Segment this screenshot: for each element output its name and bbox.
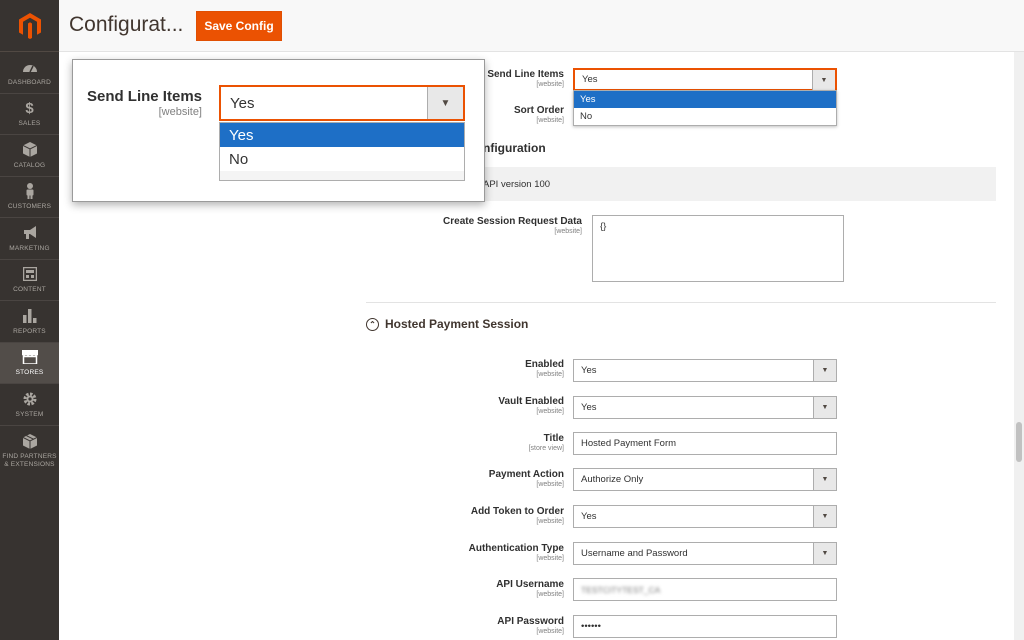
payment-action-value: Authorize Only: [581, 474, 644, 485]
api-password-input[interactable]: ••••••: [573, 615, 837, 638]
payment-action-label: Payment Action [website]: [488, 469, 564, 488]
chevron-down-icon: ▼: [813, 543, 836, 564]
magento-logo[interactable]: [0, 0, 59, 52]
sidebar-item-sales[interactable]: $ SALES: [0, 94, 59, 135]
page-header: Configurat... Save Config: [59, 0, 1024, 52]
add-token-label: Add Token to Order [website]: [470, 506, 564, 525]
sidebar-item-content[interactable]: CONTENT: [0, 260, 59, 301]
sidebar-item-label: SYSTEM: [15, 410, 44, 418]
hosted-payment-section-title: Hosted Payment Session: [385, 317, 529, 331]
cube-icon: [22, 141, 37, 159]
authentication-type-select[interactable]: Username and Password ▼: [573, 542, 837, 565]
api-username-label: API Username [website]: [496, 579, 564, 598]
send-line-items-select[interactable]: Yes ▼: [573, 68, 837, 91]
sidebar-item-label: CATALOG: [13, 161, 46, 169]
sidebar-item-marketing[interactable]: MARKETING: [0, 218, 59, 260]
magento-logo-icon: [18, 12, 41, 39]
callout-dropdown-edge: [219, 171, 465, 181]
chevron-down-icon: ▼: [813, 360, 836, 381]
gear-icon: [22, 390, 38, 408]
configuration-section-title: nfiguration: [483, 141, 546, 155]
authentication-type-label: Authentication Type [website]: [468, 543, 564, 562]
api-version-text: API version 100: [483, 179, 551, 190]
add-token-select[interactable]: Yes ▼: [573, 505, 837, 528]
dollar-icon: $: [25, 99, 34, 117]
page-scrollbar[interactable]: [1014, 52, 1024, 640]
sidebar-item-label: STORES: [15, 369, 44, 377]
sidebar-item-label: CUSTOMERS: [7, 203, 52, 211]
vault-enabled-value: Yes: [581, 402, 597, 413]
box-icon: [22, 432, 37, 450]
sidebar-item-dashboard[interactable]: DASHBOARD: [0, 52, 59, 94]
title-input[interactable]: Hosted Payment Form: [573, 432, 837, 455]
add-token-value: Yes: [581, 511, 597, 522]
bar-chart-icon: [22, 307, 37, 325]
authentication-type-value: Username and Password: [581, 548, 688, 559]
enabled-value: Yes: [581, 365, 597, 376]
api-username-value: TESTCITYTEST_CA: [581, 584, 661, 595]
megaphone-icon: [22, 224, 38, 242]
person-icon: [25, 182, 35, 200]
callout-select-value: Yes: [230, 94, 255, 112]
sidebar-item-label: CONTENT: [13, 286, 46, 294]
api-username-input[interactable]: TESTCITYTEST_CA: [573, 578, 837, 601]
title-label: Title [store view]: [528, 433, 564, 452]
chevron-down-icon: ▼: [813, 469, 836, 490]
sidebar-item-label: MARKETING: [9, 244, 50, 252]
vault-enabled-label: Vault Enabled [website]: [498, 396, 564, 415]
layout-icon: [22, 265, 37, 283]
callout-label: Send Line Items [website]: [86, 88, 202, 118]
callout-select[interactable]: Yes ▼: [219, 85, 465, 121]
dashboard-icon: [22, 58, 38, 76]
zoom-callout: Send Line Items [website] Yes ▼ Yes No: [72, 59, 485, 202]
sidebar-item-customers[interactable]: CUSTOMERS: [0, 177, 59, 218]
save-config-button[interactable]: Save Config: [196, 11, 282, 41]
admin-sidebar: DASHBOARD $ SALES CATALOG CUSTOMERS MARK…: [0, 0, 59, 640]
enabled-select[interactable]: Yes ▼: [573, 359, 837, 382]
callout-dropdown: Yes No: [219, 122, 465, 172]
store-icon: [21, 348, 38, 366]
callout-option-yes[interactable]: Yes: [220, 123, 464, 147]
api-password-label: API Password [website]: [497, 616, 564, 635]
page-title: Configurat...: [69, 13, 184, 36]
section-divider: [366, 302, 996, 303]
sidebar-item-label: DASHBOARD: [8, 78, 51, 86]
sidebar-item-partners[interactable]: FIND PARTNERS & EXTENSIONS: [0, 426, 59, 476]
collapse-icon: ⌃: [366, 317, 379, 331]
sidebar-item-label: FIND PARTNERS & EXTENSIONS: [2, 453, 57, 468]
create-session-textarea[interactable]: {}: [592, 215, 844, 282]
enabled-label: Enabled [website]: [525, 359, 564, 378]
create-session-label: Create Session Request Data [website]: [443, 216, 582, 235]
sidebar-item-catalog[interactable]: CATALOG: [0, 135, 59, 177]
chevron-down-icon: ▼: [813, 506, 836, 527]
send-line-items-dropdown: Yes No: [573, 90, 837, 126]
sidebar-item-label: SALES: [18, 120, 41, 128]
callout-option-no[interactable]: No: [220, 147, 464, 171]
chevron-down-icon: ▼: [812, 70, 835, 91]
vault-enabled-select[interactable]: Yes ▼: [573, 396, 837, 419]
sidebar-item-system[interactable]: SYSTEM: [0, 384, 59, 426]
scrollbar-thumb[interactable]: [1016, 422, 1022, 462]
sidebar-item-label: REPORTS: [13, 327, 46, 335]
chevron-down-icon: ▼: [813, 397, 836, 418]
chevron-down-icon: ▼: [427, 87, 463, 119]
sidebar-item-stores[interactable]: STORES: [0, 342, 59, 384]
payment-action-select[interactable]: Authorize Only ▼: [573, 468, 837, 491]
sidebar-item-reports[interactable]: REPORTS: [0, 301, 59, 343]
dropdown-option-no[interactable]: No: [574, 108, 836, 125]
hosted-payment-section-toggle[interactable]: ⌃ Hosted Payment Session: [366, 317, 528, 331]
send-line-items-value: Yes: [582, 74, 598, 85]
dropdown-option-yes[interactable]: Yes: [574, 91, 836, 108]
